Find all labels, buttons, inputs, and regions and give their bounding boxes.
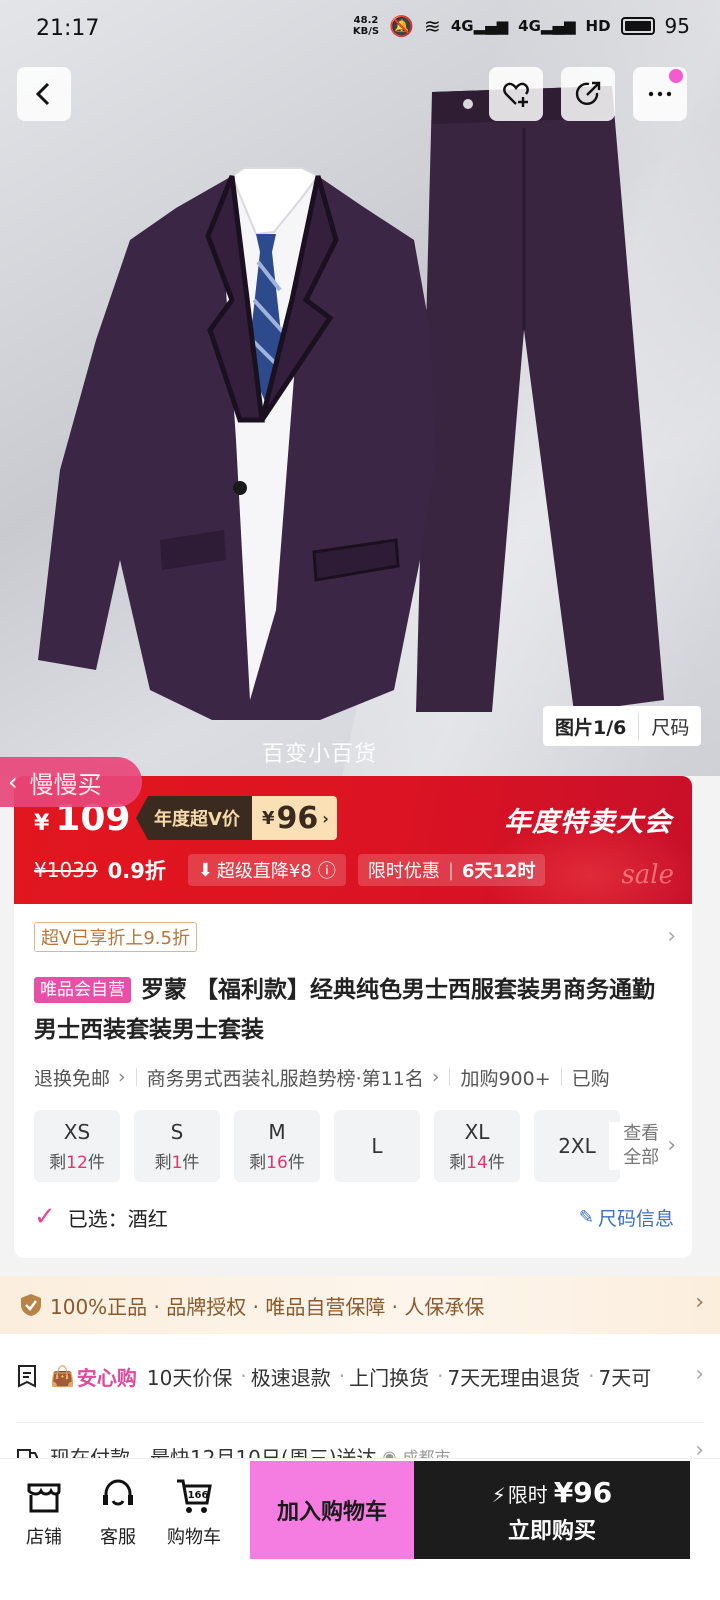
price-detail-row: ¥1039 0.9折 ⬇ 超级直降¥8 ⓘ 限时优惠 | 6天12时 xyxy=(34,854,557,886)
receipt-icon xyxy=(18,1365,36,1388)
network-speed: 48.2 KB/S xyxy=(352,15,380,37)
hd-icon: HD xyxy=(585,17,611,35)
watermark: 百变小百货 xyxy=(262,742,378,767)
size-option-xl[interactable]: XL 剩14件 xyxy=(434,1110,520,1182)
lightning-icon: ⚡ xyxy=(491,1482,506,1507)
info-icon: ⓘ xyxy=(317,861,336,882)
ruler-icon: ✎ xyxy=(578,1207,594,1228)
image-index: 图片1/6 xyxy=(543,712,640,740)
favorite-button[interactable] xyxy=(489,67,543,121)
shop-button[interactable]: 店铺 xyxy=(4,1477,84,1549)
chevron-right-icon[interactable]: › xyxy=(695,1362,704,1387)
back-button[interactable] xyxy=(17,67,71,121)
slow-buy-label: 慢慢买 xyxy=(29,770,102,799)
svg-text:166: 166 xyxy=(188,1490,209,1501)
share-icon xyxy=(575,81,601,105)
size-info-link[interactable]: ✎ 尺码信息 xyxy=(579,1204,674,1231)
notification-dot xyxy=(669,69,683,83)
chevron-right-icon[interactable]: › xyxy=(667,924,676,949)
shopping-cart-icon: 166 xyxy=(177,1479,212,1513)
peace-of-mind-row[interactable]: 👜 安心购 10天价保 · 极速退款 · 上门换货 · 7天无理由退货 · 7天可 xyxy=(16,1356,706,1396)
chevron-left-icon: ‹ xyxy=(8,768,18,796)
size-selector[interactable]: XS 剩12件 S 剩1件 M 剩16件 L XL 剩14件 2XL xyxy=(34,1110,692,1182)
wifi-icon: ≋ xyxy=(424,14,441,38)
signal-icon-2: 4G▂▄▆ xyxy=(518,17,576,35)
selected-color: 酒红 xyxy=(127,1206,168,1231)
self-operated-tag: 唯品会自营 xyxy=(34,977,131,1003)
divider xyxy=(16,1422,704,1423)
original-price: ¥1039 xyxy=(34,858,98,882)
status-bar: 21:17 48.2 KB/S 🔕 ≋ 4G▂▄▆ 4G▂▄▆ HD 95 xyxy=(0,0,720,62)
anxin-brand: 👜 安心购 xyxy=(50,1364,137,1390)
check-icon: ✓ xyxy=(34,1202,56,1232)
product-title: 唯品会自营 罗蒙 【福利款】经典纯色男士西服套装男商务通勤男士西装套装男士套装 xyxy=(34,977,656,1043)
slow-buy-floating-tag[interactable]: ‹ 慢慢买 xyxy=(0,757,142,807)
vip-price-pill[interactable]: 年度超V价 ¥ 96 › xyxy=(136,796,337,840)
size-option-s[interactable]: S 剩1件 xyxy=(134,1110,220,1182)
status-icons: 48.2 KB/S 🔕 ≋ 4G▂▄▆ 4G▂▄▆ HD 95 xyxy=(353,14,690,38)
chevron-right-icon: › xyxy=(322,808,329,828)
product-info-card: 超V已享折上9.5折 › 唯品会自营 罗蒙 【福利款】经典纯色男士西服套装男商务通… xyxy=(14,904,692,1258)
share-button[interactable] xyxy=(561,67,615,121)
size-option-xs[interactable]: XS 剩12件 xyxy=(34,1110,120,1182)
size-option-2xl[interactable]: 2XL xyxy=(534,1110,620,1182)
service-purchased: 已购 xyxy=(571,1067,610,1090)
shopping-bag-icon: 👜 xyxy=(50,1364,75,1388)
store-icon xyxy=(27,1483,61,1513)
customer-service-button[interactable]: 客服 xyxy=(78,1477,158,1549)
limited-offer-chip: 限时优惠 | 6天12时 xyxy=(357,854,546,886)
price-drop-chip[interactable]: ⬇ 超级直降¥8 ⓘ xyxy=(187,854,346,886)
size-tab[interactable]: 尺码 xyxy=(639,713,701,740)
chevron-left-icon xyxy=(35,82,50,106)
battery-level: 95 xyxy=(664,14,690,38)
arrow-down-icon: ⬇ xyxy=(197,859,213,881)
battery-icon xyxy=(620,17,655,35)
mute-icon: 🔕 xyxy=(389,14,415,38)
add-to-cart-button[interactable]: 加入购物车 xyxy=(250,1461,414,1559)
chevron-right-icon: › xyxy=(667,1133,676,1158)
vip-price-value: ¥ 96 › xyxy=(251,796,337,840)
buy-now-button[interactable]: ⚡ 限时 ¥96 立即购买 xyxy=(414,1461,690,1559)
service-cart-count: 加购900+ xyxy=(460,1067,551,1090)
signal-icon-1: 4G▂▄▆ xyxy=(450,17,509,35)
service-ranking[interactable]: 商务男式西装礼服趋势榜·第11名 › xyxy=(147,1064,450,1091)
cart-button[interactable]: 166 购物车 xyxy=(154,1477,234,1549)
image-counter[interactable]: 图片1/6 尺码 xyxy=(543,706,702,746)
guarantee-bar[interactable]: 100%正品 · 品牌授权 · 唯品自营保障 · 人保承保 › xyxy=(0,1276,720,1334)
discount-rate: 0.9折 xyxy=(107,859,166,883)
sale-decoration: sale xyxy=(621,860,674,890)
vip-discount-badge[interactable]: 超V已享折上9.5折 xyxy=(34,922,197,952)
selected-variant: ✓ 已选： 酒红 xyxy=(34,1202,168,1232)
size-option-m[interactable]: M 剩16件 xyxy=(234,1110,320,1182)
more-dots-icon xyxy=(648,91,672,97)
buy-price-row: ⚡ 限时 ¥96 xyxy=(491,1475,613,1509)
chevron-right-icon: › xyxy=(695,1290,704,1315)
size-option-l[interactable]: L xyxy=(334,1110,420,1182)
bottom-action-bar: 店铺 客服 166 购物车 加入购物车 ⚡ 限时 ¥96 立即购买 xyxy=(0,1458,720,1600)
view-all-sizes[interactable]: 查看 全部 › xyxy=(609,1122,676,1170)
product-image-gallery[interactable]: 21:17 48.2 KB/S 🔕 ≋ 4G▂▄▆ 4G▂▄▆ HD 95 图片… xyxy=(0,0,720,776)
status-time: 21:17 xyxy=(36,16,100,41)
vip-price-label: 年度超V价 xyxy=(136,796,252,840)
buy-now-label: 立即购买 xyxy=(507,1518,596,1544)
headset-icon xyxy=(103,1479,133,1506)
countdown: 6天12时 xyxy=(461,861,536,882)
more-button[interactable] xyxy=(633,67,687,121)
service-row[interactable]: 退换免邮 › 商务男式西装礼服趋势榜·第11名 › 加购900+ 已购 xyxy=(34,1062,692,1092)
event-title: 年度特卖大会 xyxy=(504,807,672,838)
heart-plus-icon xyxy=(503,82,529,107)
service-info-section: 👜安心购 10天价保· 极速退款· 上门换货· 7天无理由退货· 7天可 › 现… xyxy=(0,1334,720,1474)
shield-check-icon xyxy=(21,1294,41,1316)
service-free-return[interactable]: 退换免邮 › xyxy=(34,1064,136,1091)
